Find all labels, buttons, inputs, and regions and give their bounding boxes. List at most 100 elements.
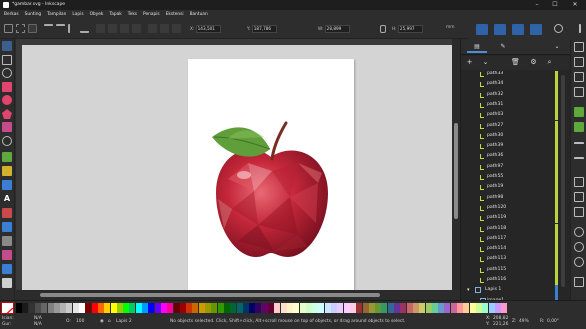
color-swatch[interactable]: [160, 303, 167, 313]
path-row[interactable]: path34: [461, 79, 571, 90]
fill-value[interactable]: N/A: [34, 316, 42, 321]
path-row[interactable]: path113: [461, 254, 571, 265]
transform-icon[interactable]: [172, 24, 181, 33]
undo-icon[interactable]: [574, 142, 584, 152]
path-row[interactable]: path98: [461, 192, 571, 203]
rectangle-tool-icon[interactable]: [2, 82, 12, 92]
color-swatch[interactable]: [85, 303, 92, 313]
search-icon[interactable]: ⌕: [545, 58, 554, 67]
color-swatch[interactable]: [293, 303, 300, 313]
color-swatch[interactable]: [129, 303, 136, 313]
color-swatch[interactable]: [249, 303, 256, 313]
path-row[interactable]: path120: [461, 202, 571, 214]
color-swatch[interactable]: [280, 303, 287, 313]
color-swatch[interactable]: [400, 303, 407, 313]
color-swatch[interactable]: [286, 303, 293, 313]
path-row[interactable]: path03: [461, 110, 571, 121]
copy-icon[interactable]: [574, 177, 584, 187]
snap-others-icon[interactable]: [512, 24, 524, 35]
color-swatch[interactable]: [425, 303, 432, 313]
expand-icon[interactable]: ▾: [467, 285, 470, 295]
ellipse-tool-icon[interactable]: [2, 95, 12, 105]
color-swatch[interactable]: [135, 303, 142, 313]
raise-icon[interactable]: [108, 24, 117, 33]
zoom-page-icon[interactable]: [574, 257, 584, 267]
path-row[interactable]: path19: [461, 182, 571, 193]
zoom-value[interactable]: 49%: [519, 319, 529, 324]
dock-menu-icon[interactable]: ⌄: [547, 41, 567, 53]
color-swatch[interactable]: [110, 303, 117, 313]
opacity-value[interactable]: 100: [76, 319, 84, 324]
menu-penapis[interactable]: Penapis: [143, 10, 160, 20]
color-swatch[interactable]: [179, 303, 186, 313]
menu-bantuan[interactable]: Bantuan: [190, 10, 208, 20]
w-field[interactable]: W: 28,899: [318, 25, 350, 33]
color-swatch[interactable]: [236, 303, 243, 313]
snap-bbox-icon[interactable]: [476, 24, 488, 35]
unit-select[interactable]: mm: [446, 25, 455, 30]
color-swatch[interactable]: [198, 303, 205, 313]
gradient-tool-icon[interactable]: [2, 222, 12, 232]
rotate-ccw-icon[interactable]: [44, 24, 53, 33]
selector-tool-icon[interactable]: [2, 41, 12, 51]
color-swatch[interactable]: [72, 303, 79, 313]
current-layer[interactable]: Lapis 2: [116, 319, 132, 324]
lower-icon[interactable]: [120, 24, 129, 33]
path-row[interactable]: path32: [461, 89, 571, 100]
color-swatch[interactable]: [324, 303, 331, 313]
cut-icon[interactable]: [574, 192, 584, 202]
color-swatch[interactable]: [186, 303, 193, 313]
horizontal-ruler[interactable]: [16, 39, 452, 45]
redo-icon[interactable]: [574, 157, 584, 167]
color-swatch[interactable]: [116, 303, 123, 313]
paint-bucket-tool-icon[interactable]: [2, 264, 12, 274]
horizontal-scrollbar[interactable]: [16, 290, 460, 300]
3d-box-tool-icon[interactable]: [2, 122, 12, 132]
color-swatch[interactable]: [368, 303, 375, 313]
color-swatch[interactable]: [167, 303, 174, 313]
canvas[interactable]: [16, 39, 452, 290]
collapse-icon[interactable]: ⌄: [481, 58, 490, 67]
color-swatch[interactable]: [457, 303, 463, 313]
export-icon[interactable]: [574, 122, 584, 132]
color-swatch[interactable]: [312, 303, 319, 313]
path-row[interactable]: path116: [461, 275, 571, 286]
deselect-icon[interactable]: [28, 24, 37, 33]
color-swatch[interactable]: [375, 303, 382, 313]
color-swatch[interactable]: [362, 303, 369, 313]
layer-row[interactable]: ▾ Lapis 1: [461, 285, 571, 296]
color-swatch[interactable]: [305, 303, 312, 313]
color-swatch[interactable]: [255, 303, 262, 313]
color-swatch[interactable]: [444, 303, 451, 313]
color-swatch[interactable]: [349, 303, 356, 313]
no-paint-swatch[interactable]: [1, 302, 14, 319]
color-swatch[interactable]: [394, 303, 400, 313]
add-item-icon[interactable]: +: [465, 58, 474, 67]
color-swatch[interactable]: [53, 303, 60, 313]
lock-icon[interactable]: ⌂: [108, 319, 111, 324]
vertical-ruler[interactable]: [16, 39, 22, 290]
path-row[interactable]: path119: [461, 213, 571, 224]
zoom-drawing-icon[interactable]: [574, 242, 584, 252]
menu-ekstensi[interactable]: Ekstensi: [166, 10, 184, 20]
color-swatch[interactable]: [463, 303, 470, 313]
mesh-tool-icon[interactable]: [2, 236, 12, 246]
color-swatch[interactable]: [154, 303, 161, 313]
path-row[interactable]: path31: [461, 99, 571, 111]
color-swatch[interactable]: [469, 303, 476, 313]
color-swatch[interactable]: [337, 303, 344, 313]
tab-objects-icon[interactable]: ✎: [493, 41, 513, 53]
color-swatch[interactable]: [356, 303, 363, 313]
h-input[interactable]: 25,997: [397, 25, 423, 33]
color-swatch[interactable]: [501, 303, 508, 313]
pencil-tool-icon[interactable]: [2, 152, 12, 162]
menu-tampilan[interactable]: Tampilan: [47, 10, 66, 20]
color-swatch[interactable]: [488, 303, 495, 313]
tweak-tool-icon[interactable]: [2, 68, 12, 78]
color-swatch[interactable]: [34, 303, 41, 313]
path-row[interactable]: path114: [461, 244, 571, 255]
color-swatch[interactable]: [387, 303, 394, 313]
snap-page-icon[interactable]: [530, 24, 542, 35]
flip-vertical-icon[interactable]: [80, 24, 89, 33]
color-swatch[interactable]: [299, 303, 306, 313]
